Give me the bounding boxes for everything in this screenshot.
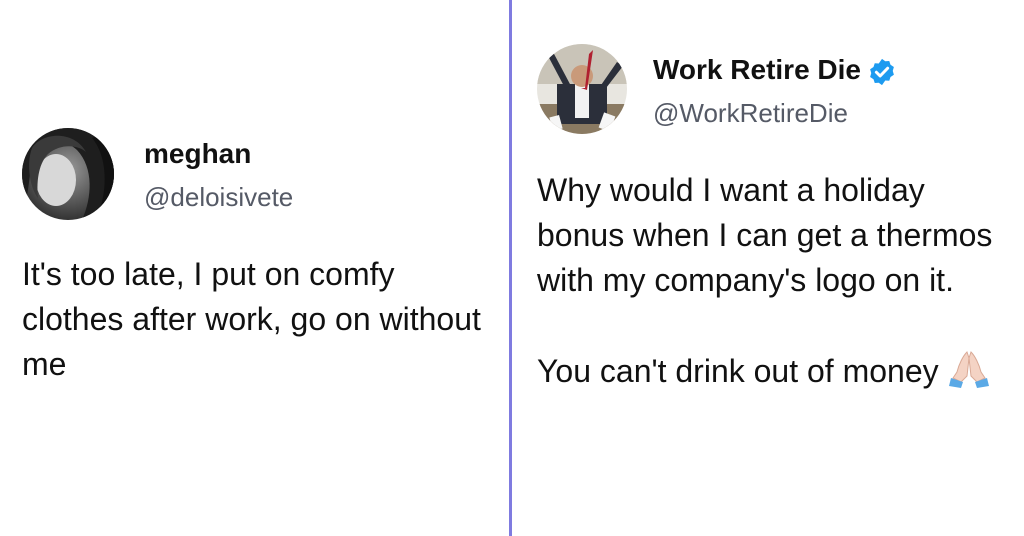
tweet-text: It's too late, I put on comfy clothes af… <box>22 256 481 382</box>
avatar[interactable] <box>537 44 627 134</box>
tweet-card-workretiredie: Work Retire Die @WorkRetireDie Why would… <box>537 44 1017 389</box>
tweet-paragraph-2: You can't drink out of money <box>537 348 1017 394</box>
tweet-text: Why would I want a holiday bonus when I … <box>537 168 1017 394</box>
tweet-card-meghan: meghan @deloisivete It's too late, I put… <box>22 128 502 382</box>
user-handle[interactable]: @deloisivete <box>144 182 293 213</box>
display-name[interactable]: meghan <box>144 138 251 170</box>
avatar[interactable] <box>22 128 114 220</box>
tweet-header: meghan @deloisivete <box>22 128 502 228</box>
user-handle[interactable]: @WorkRetireDie <box>653 98 848 129</box>
avatar-photo <box>22 128 114 220</box>
folded-hands-icon <box>948 351 989 388</box>
tweet-paragraph-1: Why would I want a holiday bonus when I … <box>537 172 993 298</box>
display-name[interactable]: Work Retire Die <box>653 54 897 87</box>
verified-badge-icon <box>870 58 894 85</box>
avatar-photo <box>537 44 627 134</box>
display-name-text: Work Retire Die <box>653 54 861 85</box>
tweet-header: Work Retire Die @WorkRetireDie <box>537 44 1017 144</box>
column-divider <box>509 0 512 536</box>
tweet-paragraph-2-text: You can't drink out of money <box>537 353 939 389</box>
